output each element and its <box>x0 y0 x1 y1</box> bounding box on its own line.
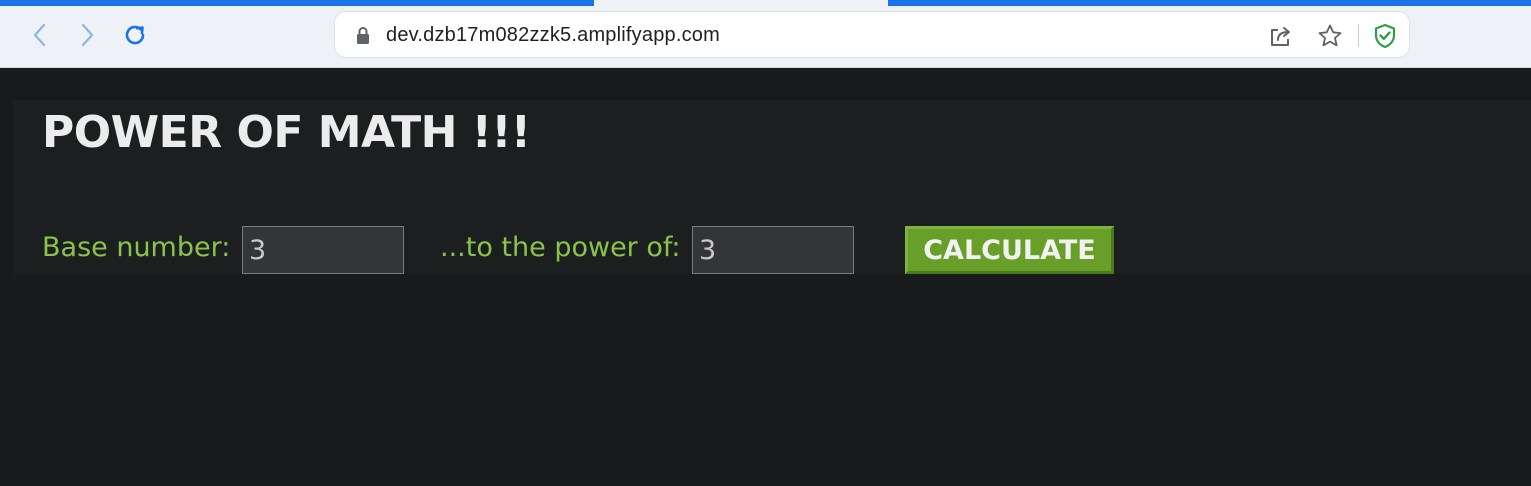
lock-icon[interactable] <box>355 26 371 46</box>
base-number-label: Base number: <box>42 232 231 263</box>
calculator-panel: POWER OF MATH !!! Base number: ...to the… <box>13 100 1531 274</box>
power-label: ...to the power of: <box>440 232 681 263</box>
forward-button[interactable] <box>72 20 102 50</box>
forward-icon <box>81 23 94 47</box>
star-icon <box>1318 24 1342 47</box>
address-bar[interactable]: dev.dzb17m082zzk5.amplifyapp.com <box>334 11 1410 58</box>
share-icon <box>1271 27 1290 46</box>
back-button[interactable] <box>25 20 55 50</box>
shield-check-icon <box>1374 23 1396 49</box>
reload-icon <box>125 25 145 45</box>
share-button[interactable] <box>1268 23 1294 49</box>
omnibox-divider <box>1358 24 1359 47</box>
security-extension-button[interactable] <box>1372 23 1398 49</box>
url-text[interactable]: dev.dzb17m082zzk5.amplifyapp.com <box>386 24 720 47</box>
power-input[interactable] <box>692 226 854 274</box>
page-title: POWER OF MATH !!! <box>42 107 531 158</box>
reload-button[interactable] <box>120 20 150 50</box>
calculate-button[interactable]: CALCULATE <box>905 226 1114 274</box>
browser-toolbar: dev.dzb17m082zzk5.amplifyapp.com <box>0 6 1531 68</box>
base-number-input[interactable] <box>242 226 404 274</box>
back-icon <box>33 23 46 47</box>
bookmark-button[interactable] <box>1317 23 1343 49</box>
page-content: POWER OF MATH !!! Base number: ...to the… <box>0 68 1531 486</box>
